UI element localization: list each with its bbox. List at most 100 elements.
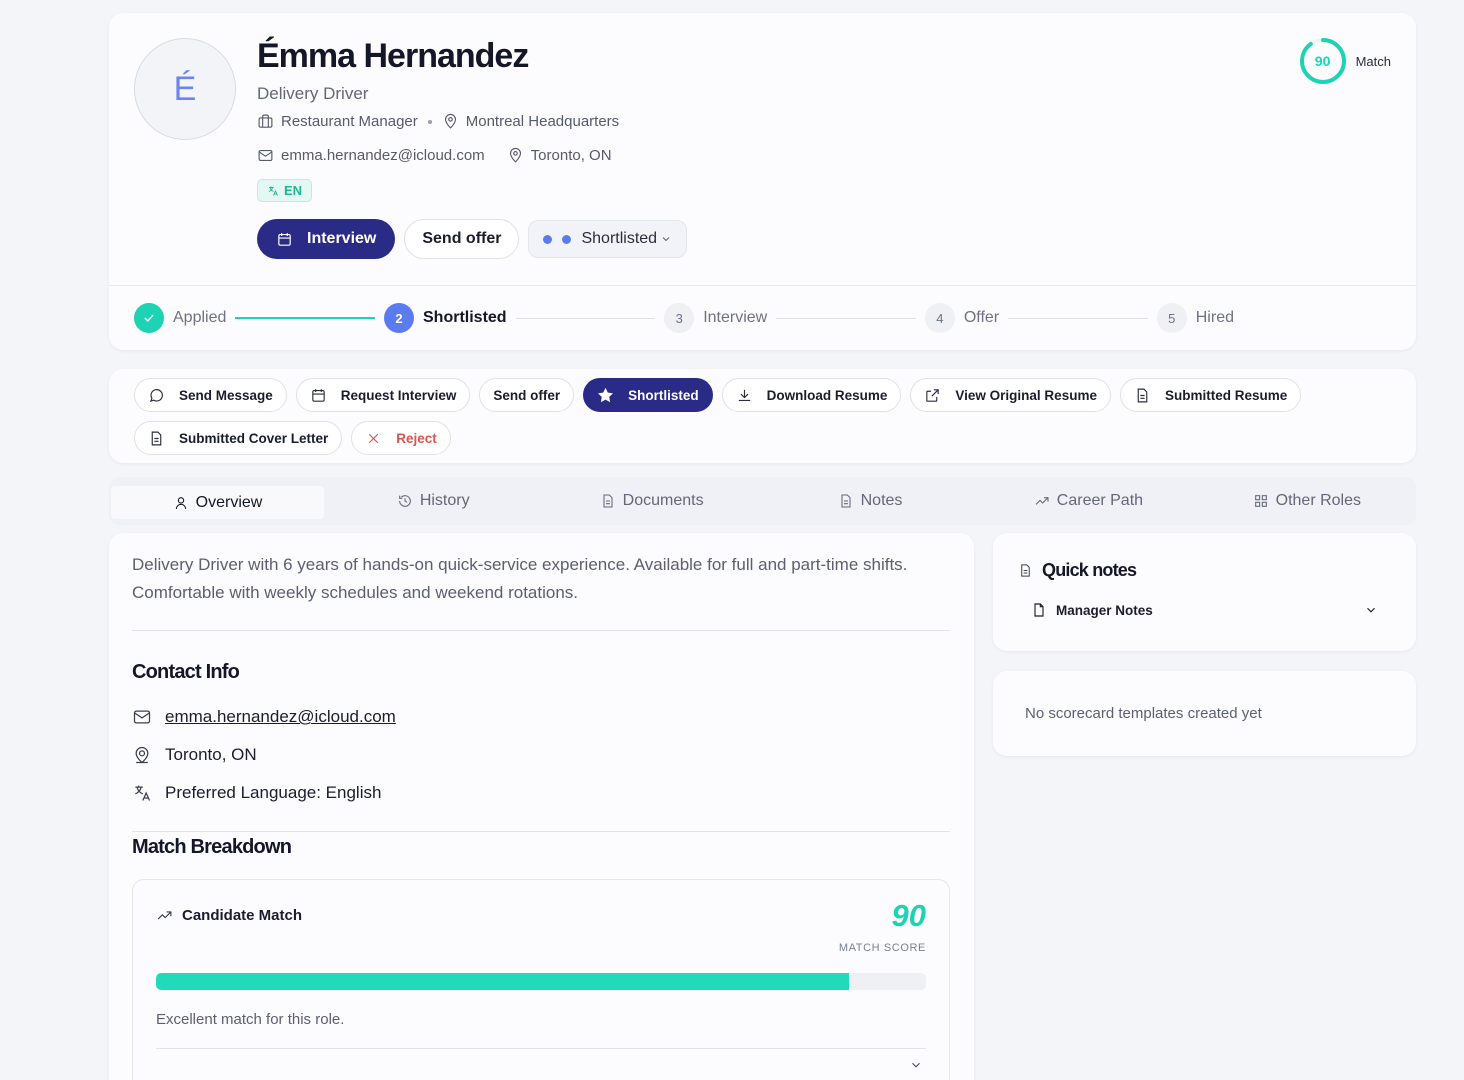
step-hired: 5 Hired — [1156, 303, 1234, 333]
step-connector — [515, 317, 656, 319]
reject-button[interactable]: Reject — [351, 421, 451, 455]
grid-icon — [1254, 495, 1267, 507]
header-actions: Interview Send offer Shortlisted — [257, 219, 688, 259]
quick-notes-card: Quick notes Manager Notes — [993, 533, 1416, 651]
submitted-resume-button[interactable]: Submitted Resume — [1119, 378, 1302, 412]
step-applied: Applied — [134, 303, 226, 333]
step-number: 3 — [664, 303, 695, 333]
step-number — [134, 303, 164, 333]
candidate-name: Émma Hernandez — [257, 37, 529, 75]
separator-dot — [427, 119, 432, 124]
star-icon — [598, 387, 614, 402]
avatar: É — [134, 38, 236, 140]
send-message-button[interactable]: Send Message — [134, 378, 287, 412]
tab-other-roles[interactable]: Other Roles — [1198, 477, 1416, 525]
match-label: Match — [1355, 53, 1391, 69]
submitted-cover-letter-label: Submitted Cover Letter — [179, 430, 329, 446]
external-link-icon — [926, 388, 940, 402]
step-connector — [776, 317, 916, 319]
email-label[interactable]: emma.hernandez@icloud.com — [281, 147, 485, 164]
send-offer-label: Send offer — [493, 387, 561, 403]
language-badge: EN — [257, 179, 313, 202]
contact-language: Preferred Language: English — [165, 783, 382, 802]
document-icon — [1137, 388, 1148, 402]
tab-other-roles-label: Other Roles — [1275, 492, 1362, 509]
notes-icon — [841, 494, 851, 508]
step-connector — [1008, 317, 1148, 319]
map-pin-icon — [444, 113, 456, 129]
tab-career-path-label: Career Path — [1056, 492, 1144, 509]
step-label: Hired — [1195, 309, 1234, 326]
candidate-match-card: Candidate Match 90 MATCH SCORE Excellent… — [132, 879, 950, 1080]
tab-notes[interactable]: Notes — [761, 477, 979, 525]
tab-overview-label: Overview — [195, 493, 263, 511]
hiring-stepper: Applied 2 Shortlisted 3 Interview 4 Offer 5 Hire… — [134, 302, 1234, 334]
tab-notes-label: Notes — [860, 492, 903, 509]
history-icon — [398, 495, 411, 507]
position-row: Restaurant Manager Montreal Headquarters — [257, 113, 619, 130]
quick-notes-title: Quick notes — [1018, 560, 1137, 581]
scorecard-card: No scorecard templates created yet — [993, 671, 1416, 756]
send-offer-action-button[interactable]: Send offer — [479, 378, 575, 412]
scorecard-empty-text: No scorecard templates created yet — [1025, 705, 1262, 722]
divider — [132, 831, 950, 832]
contact-email-link[interactable]: emma.hernandez@icloud.com — [165, 707, 396, 727]
match-score: 90 — [1314, 53, 1331, 69]
match-score-caption: MATCH SCORE — [838, 942, 926, 954]
contact-email-row: emma.hernandez@icloud.com — [132, 707, 396, 727]
step-offer: 4 Offer — [924, 303, 999, 333]
status-value: Shortlisted — [581, 230, 658, 247]
submitted-cover-letter-button[interactable]: Submitted Cover Letter — [134, 421, 343, 455]
candidate-role: Delivery Driver — [257, 84, 369, 103]
manager-notes-accordion[interactable]: Manager Notes — [1031, 602, 1378, 618]
chevron-down-icon — [662, 237, 670, 242]
contact-location: Toronto, ON — [165, 745, 257, 764]
map-pin-icon — [509, 147, 521, 163]
message-icon — [149, 388, 163, 402]
view-original-resume-button[interactable]: View Original Resume — [910, 378, 1111, 412]
shortlisted-button[interactable]: Shortlisted — [583, 378, 713, 412]
tab-overview[interactable]: Overview — [111, 486, 324, 519]
match-progress-fill — [156, 973, 849, 990]
mail-icon — [258, 149, 273, 162]
step-label: Applied — [173, 309, 227, 326]
contact-info-title: Contact Info — [132, 661, 240, 683]
match-progress-bar — [156, 973, 926, 990]
chevron-down-icon[interactable] — [909, 1058, 923, 1072]
location-label: Toronto, ON — [530, 147, 612, 164]
request-interview-button[interactable]: Request Interview — [295, 378, 471, 412]
translate-icon — [268, 186, 278, 196]
trending-up-icon — [1035, 497, 1049, 505]
request-interview-label: Request Interview — [340, 387, 457, 403]
user-icon — [175, 496, 186, 509]
step-number: 2 — [384, 303, 414, 333]
send-message-label: Send Message — [179, 387, 273, 403]
chevron-down-icon — [1367, 607, 1375, 613]
step-label: Interview — [703, 309, 768, 326]
tab-history[interactable]: History — [324, 477, 542, 525]
status-dot — [562, 234, 572, 244]
candidate-match-title: Candidate Match — [156, 907, 302, 924]
download-icon — [738, 389, 750, 401]
interview-button[interactable]: Interview — [257, 219, 396, 259]
tab-documents[interactable]: Documents — [542, 477, 760, 525]
step-shortlisted: 2 Shortlisted — [384, 303, 507, 333]
match-score-value: 90 — [891, 898, 926, 933]
status-dropdown[interactable]: Shortlisted — [528, 220, 688, 258]
download-resume-label: Download Resume — [766, 387, 888, 403]
download-resume-button[interactable]: Download Resume — [721, 378, 902, 412]
step-number: 4 — [924, 303, 955, 333]
trending-up-icon — [157, 911, 172, 920]
candidate-summary: Delivery Driver with 6 years of hands-on… — [132, 555, 908, 602]
action-buttons: Send Message Request Interview Send offe… — [134, 378, 1404, 455]
user-pin-icon — [135, 746, 149, 764]
document-icon — [151, 431, 162, 445]
tab-career-path[interactable]: Career Path — [979, 477, 1197, 525]
tab-history-label: History — [419, 492, 470, 509]
divider — [132, 630, 950, 631]
quick-notes-title-label: Quick notes — [1042, 560, 1137, 580]
match-ring: 90 — [1299, 37, 1347, 85]
send-offer-button[interactable]: Send offer — [404, 219, 520, 259]
step-interview: 3 Interview — [664, 303, 767, 333]
contact-location-row: Toronto, ON — [132, 745, 257, 765]
